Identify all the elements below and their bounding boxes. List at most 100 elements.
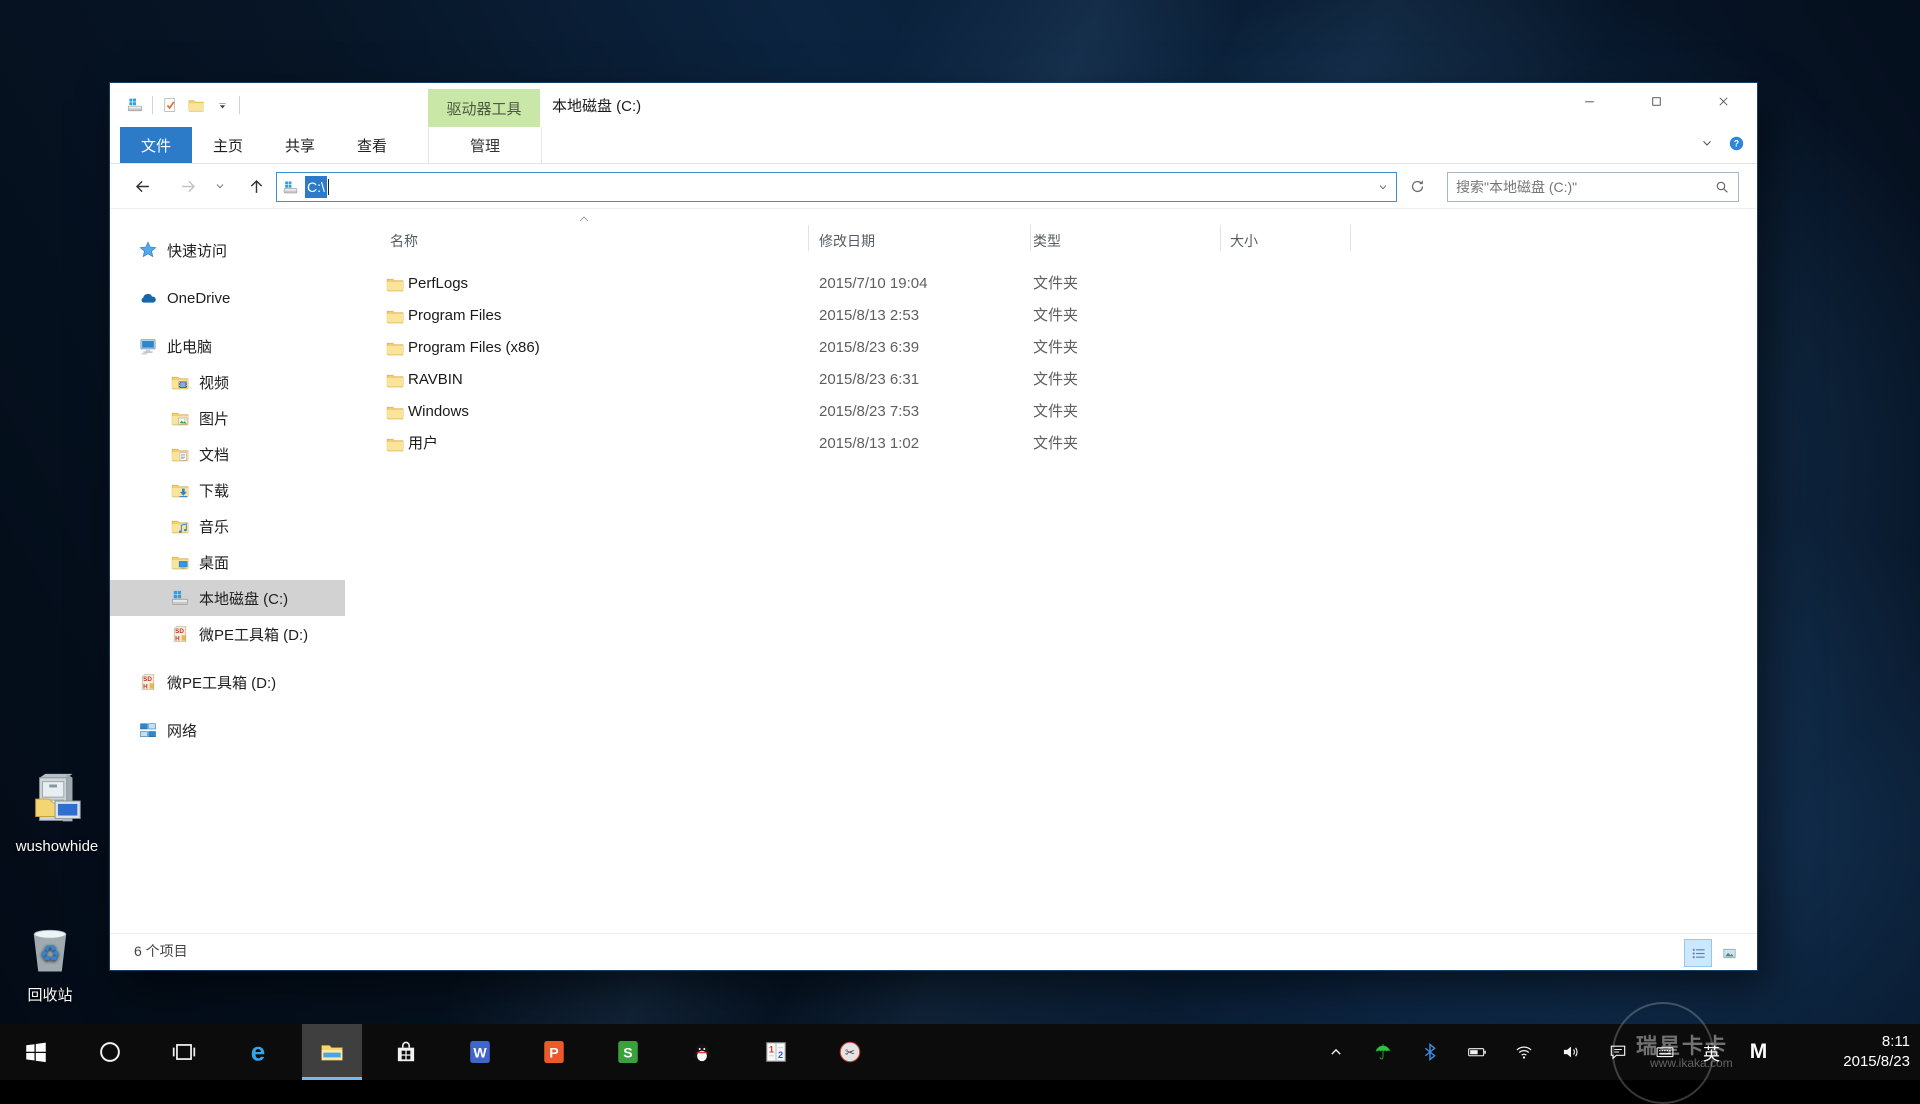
sort-ascending-icon <box>577 211 591 228</box>
file-row[interactable]: RAVBIN2015/8/23 6:31文件夹 <box>345 364 1757 396</box>
store-icon <box>393 1039 419 1065</box>
tray-expand-button[interactable] <box>1312 1024 1359 1080</box>
sidebar-item-label: 此电脑 <box>167 336 212 357</box>
address-dropdown-icon[interactable] <box>1377 180 1389 197</box>
taskbar-wps-presentation-button[interactable]: P <box>524 1024 584 1080</box>
close-button[interactable] <box>1690 83 1757 119</box>
bluetooth-button[interactable] <box>1406 1024 1453 1080</box>
svg-text:2: 2 <box>778 1050 783 1060</box>
qat-new-folder-button[interactable] <box>183 92 209 118</box>
column-header-name[interactable]: 名称 <box>390 231 418 251</box>
taskbar-qq-button[interactable] <box>672 1024 732 1080</box>
tab-view[interactable]: 查看 <box>336 127 408 163</box>
taskbar-start-button[interactable] <box>6 1024 66 1080</box>
wifi-icon <box>1514 1042 1534 1062</box>
sidebar-item-label: 快速访问 <box>167 240 227 261</box>
sidebar-item-local-disk-c[interactable]: 本地磁盘 (C:) <box>110 580 345 616</box>
column-separator[interactable] <box>1350 225 1351 251</box>
taskbar-cortana-button[interactable] <box>80 1024 140 1080</box>
back-button[interactable] <box>130 174 154 198</box>
taskbar-edge-button[interactable]: e <box>228 1024 288 1080</box>
file-cabinet-icon <box>0 770 114 836</box>
notifications-button[interactable] <box>1594 1024 1641 1080</box>
rising-antivirus-button[interactable] <box>1359 1024 1406 1080</box>
touch-keyboard-button[interactable] <box>1641 1024 1688 1080</box>
wifi-button[interactable] <box>1500 1024 1547 1080</box>
taskbar-calendar-tool-button[interactable]: 12 <box>746 1024 806 1080</box>
sidebar-item-quick-access[interactable]: 快速访问 <box>110 232 345 268</box>
sidebar-item-this-pc[interactable]: 此电脑 <box>110 328 345 364</box>
sidebar-item-wepe-toolbox-d-root[interactable]: SDH微PE工具箱 (D:) <box>110 664 345 700</box>
star-icon <box>138 240 158 260</box>
qat-properties-button[interactable] <box>157 92 183 118</box>
tab-manage[interactable]: 管理 <box>428 127 542 163</box>
address-path[interactable]: C:\ <box>305 176 327 198</box>
file-row[interactable]: PerfLogs2015/7/10 19:04文件夹 <box>345 268 1757 300</box>
sidebar-item-label: OneDrive <box>167 290 230 307</box>
taskbar-screenshot-tool-button[interactable]: ✂ <box>820 1024 880 1080</box>
file-row[interactable]: Program Files (x86)2015/8/23 6:39文件夹 <box>345 332 1757 364</box>
drive-icon <box>282 179 299 196</box>
recent-locations-icon[interactable] <box>212 174 228 198</box>
tab-share[interactable]: 共享 <box>264 127 336 163</box>
taskbar-task-view-button[interactable] <box>154 1024 214 1080</box>
sidebar-item-desktop[interactable]: 桌面 <box>110 544 345 580</box>
file-type: 文件夹 <box>1033 268 1078 300</box>
file-type: 文件夹 <box>1033 428 1078 460</box>
taskbar-file-explorer-button[interactable] <box>302 1024 362 1080</box>
taskbar-wps-writer-button[interactable]: W <box>450 1024 510 1080</box>
desktop-icon-wushowhide[interactable]: wushowhide <box>0 770 114 855</box>
refresh-button[interactable] <box>1403 173 1431 199</box>
taskbar-clock[interactable]: 8:11 2015/8/23 <box>1782 1024 1920 1080</box>
sidebar: 快速访问OneDrive此电脑视频图片文档下载音乐桌面本地磁盘 (C:)SDH微… <box>110 209 345 933</box>
up-button[interactable] <box>244 174 268 198</box>
file-date-modified: 2015/8/23 6:39 <box>819 332 919 364</box>
clock-time: 8:11 <box>1782 1032 1910 1052</box>
input-lang-button[interactable]: 英 <box>1688 1024 1735 1080</box>
sidebar-item-pictures[interactable]: 图片 <box>110 400 345 436</box>
ribbon-expand-icon[interactable] <box>1700 136 1714 154</box>
sidebar-item-videos[interactable]: 视频 <box>110 364 345 400</box>
file-name: PerfLogs <box>408 268 468 300</box>
column-separator[interactable] <box>808 225 809 251</box>
search-icon[interactable] <box>1714 179 1730 195</box>
forward-button[interactable] <box>176 174 200 198</box>
column-header-size[interactable]: 大小 <box>1230 231 1258 251</box>
input-method-button[interactable]: M <box>1735 1024 1782 1080</box>
maximize-button[interactable] <box>1623 83 1690 119</box>
large-icons-view-button[interactable] <box>1715 939 1743 967</box>
sidebar-item-label: 图片 <box>199 408 229 429</box>
taskbar-store-button[interactable] <box>376 1024 436 1080</box>
file-type: 文件夹 <box>1033 300 1078 332</box>
column-header-type[interactable]: 类型 <box>1033 231 1061 251</box>
tab-home[interactable]: 主页 <box>192 127 264 163</box>
column-separator[interactable] <box>1220 225 1221 251</box>
clock-date: 2015/8/23 <box>1782 1052 1910 1072</box>
toolbar-separator <box>239 96 240 114</box>
sidebar-item-network[interactable]: 网络 <box>110 712 345 748</box>
start-icon <box>23 1039 49 1065</box>
contextual-tab-group-drive-tools[interactable]: 驱动器工具 <box>428 89 540 127</box>
sidebar-item-wepe-toolbox-d[interactable]: SDH微PE工具箱 (D:) <box>110 616 345 652</box>
battery-button[interactable] <box>1453 1024 1500 1080</box>
file-row[interactable]: Program Files2015/8/13 2:53文件夹 <box>345 300 1757 332</box>
tab-file[interactable]: 文件 <box>120 127 192 163</box>
search-input[interactable] <box>1448 179 1714 195</box>
sidebar-item-downloads[interactable]: 下载 <box>110 472 345 508</box>
taskbar-wps-spreadsheet-button[interactable]: S <box>598 1024 658 1080</box>
address-bar[interactable]: C:\ <box>276 172 1397 202</box>
sidebar-item-onedrive[interactable]: OneDrive <box>110 280 345 316</box>
qat-customize-button[interactable] <box>209 92 235 118</box>
system-menu-drive-icon[interactable] <box>122 92 148 118</box>
file-row[interactable]: 用户2015/8/13 1:02文件夹 <box>345 428 1757 460</box>
minimize-button[interactable] <box>1556 83 1623 119</box>
details-view-button[interactable] <box>1684 939 1712 967</box>
file-row[interactable]: Windows2015/8/23 7:53文件夹 <box>345 396 1757 428</box>
column-separator[interactable] <box>1030 225 1031 251</box>
sidebar-item-music[interactable]: 音乐 <box>110 508 345 544</box>
help-button[interactable]: ? <box>1728 135 1745 156</box>
volume-button[interactable] <box>1547 1024 1594 1080</box>
desktop-icon-recycle-bin[interactable]: ♻ 回收站 <box>0 922 100 1005</box>
column-header-date-modified[interactable]: 修改日期 <box>819 231 875 251</box>
sidebar-item-documents[interactable]: 文档 <box>110 436 345 472</box>
